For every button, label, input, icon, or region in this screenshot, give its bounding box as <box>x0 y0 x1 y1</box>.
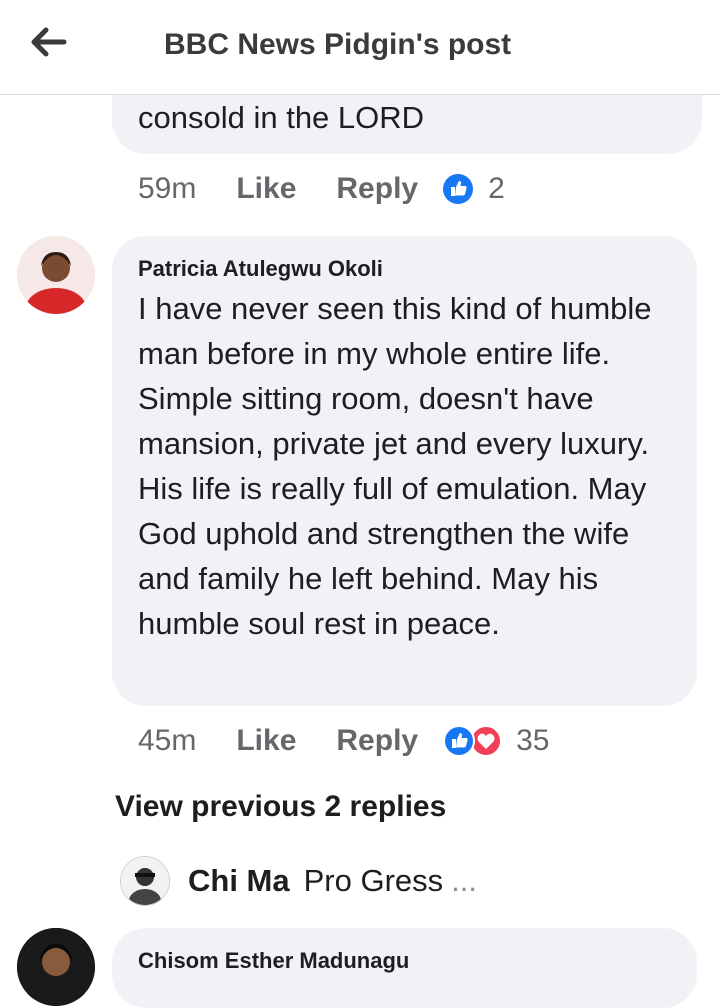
avatar-image <box>17 928 95 1006</box>
comment-text: consold in the LORD <box>138 100 425 135</box>
reaction-count: 2 <box>488 172 505 205</box>
reply-author: Chi Ma <box>188 863 290 898</box>
comment-author[interactable]: Patricia Atulegwu Okoli <box>138 256 383 282</box>
comment-time: 45m <box>138 724 197 757</box>
page-title: BBC News Pidgin's post <box>164 28 512 61</box>
avatar-image <box>17 236 95 314</box>
reply-ellipsis: ... <box>451 863 477 898</box>
reply-text: Pro Gress <box>303 863 444 898</box>
avatar <box>120 856 170 906</box>
comment-actions: 59m Like Reply 2 <box>138 168 505 210</box>
comment-author[interactable]: Chisom Esther Madunagu <box>138 948 409 974</box>
like-button[interactable]: Like <box>236 172 296 206</box>
view-previous-replies-link[interactable]: View previous 2 replies <box>115 790 446 824</box>
reply-button[interactable]: Reply <box>336 172 418 206</box>
comment-actions: 45m Like Reply 35 <box>138 720 549 762</box>
comment-time: 59m <box>138 172 197 205</box>
like-love-reaction-icon <box>443 725 503 757</box>
comment-text: I have never seen this kind of humble ma… <box>138 291 652 641</box>
comment-bubble: Chisom Esther Madunagu <box>112 928 697 1008</box>
like-reaction-icon <box>443 174 474 204</box>
comment-bubble: Patricia Atulegwu Okoli I have never see… <box>112 236 697 706</box>
like-button[interactable]: Like <box>236 724 296 758</box>
arrow-left-icon[interactable] <box>28 24 68 60</box>
avatar-image <box>121 857 169 905</box>
reply-preview[interactable]: Chi Ma Pro Gress ... <box>120 855 477 907</box>
reaction-summary[interactable]: 2 <box>442 172 505 206</box>
reaction-summary[interactable]: 35 <box>442 724 549 758</box>
top-bar: BBC News Pidgin's post <box>0 0 720 95</box>
avatar[interactable] <box>17 236 95 314</box>
reply-button[interactable]: Reply <box>336 724 418 758</box>
avatar[interactable] <box>17 928 95 1006</box>
reaction-count: 35 <box>516 724 550 757</box>
